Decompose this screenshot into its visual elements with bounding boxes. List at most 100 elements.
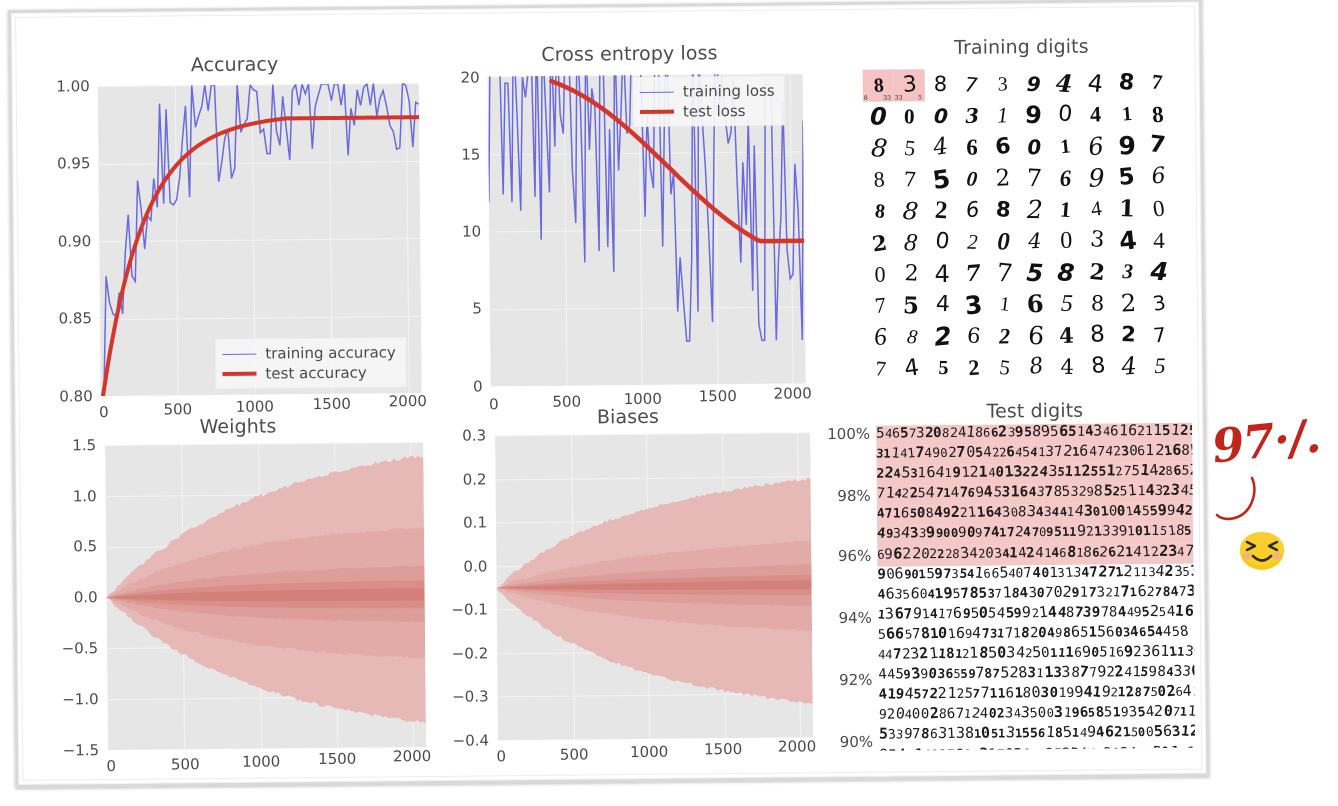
digit-glyph: 8 <box>1027 353 1045 381</box>
legend-entry-test-accuracy: test accuracy <box>222 363 396 383</box>
training-digit-cell: 6 <box>958 321 989 353</box>
digit-glyph: 2 <box>1123 561 1134 581</box>
training-digit-cell: 8 <box>1020 352 1051 384</box>
digit-glyph: 9 <box>1054 625 1064 641</box>
training-digit-cell: 3 <box>958 289 989 321</box>
digit-glyph: 3 <box>1061 662 1072 682</box>
line-swatch-icon <box>222 353 257 355</box>
training-digit-cell: 7 <box>1142 67 1173 99</box>
digit-glyph: 2 <box>1189 460 1196 479</box>
digit-glyph: 5 <box>1137 746 1144 751</box>
weights-ytick: −0.5 <box>61 639 99 658</box>
digit-glyph: 7 <box>921 687 930 702</box>
digit-glyph: 1 <box>947 684 957 703</box>
digit-glyph: 3 <box>1141 642 1152 661</box>
digit-glyph: 9 <box>975 526 983 541</box>
training-digit-cell: 0 <box>864 258 895 290</box>
digit-glyph: 4 <box>934 259 950 288</box>
training-digit-cell: 4 <box>1080 99 1111 131</box>
digit-glyph: 1 <box>1073 464 1082 480</box>
training-digit-cell: 1 <box>1050 194 1081 226</box>
loss-title: Cross entropy loss <box>541 42 718 66</box>
digit-glyph: 1 <box>944 466 953 481</box>
digit-glyph: 2 <box>1153 702 1164 721</box>
training-digit-cell: 8 <box>1142 98 1173 130</box>
legend-label: training accuracy <box>265 343 396 363</box>
training-digit-cell: 0 <box>925 100 956 132</box>
digit-glyph: 7 <box>874 355 888 381</box>
legend-label: training loss <box>682 81 775 101</box>
digit-glyph: 9 <box>1014 423 1025 441</box>
digit-glyph: 2 <box>949 425 958 442</box>
biases-ytick: 0.3 <box>462 426 487 445</box>
digit-glyph: 1 <box>913 744 923 750</box>
training-digit-cell: 2 <box>957 226 988 258</box>
training-digit-cell: 2 <box>1113 288 1144 320</box>
weights-bands <box>106 455 426 725</box>
panel-accuracy: Accuracy 1.00 0.95 0.90 0.85 0.80 0 500 … <box>34 48 427 421</box>
loss-ytick: 0 <box>473 377 483 396</box>
digit-glyph: 5 <box>998 354 1012 380</box>
digit-glyph: 4 <box>1177 544 1185 559</box>
training-digit-cell: 0 <box>1050 225 1081 257</box>
training-digit-cell: 3 33 5 <box>893 69 925 102</box>
digit-glyph: 1 <box>1120 103 1133 126</box>
weights-ytick: 0.0 <box>73 588 98 607</box>
digit-glyph: 8 <box>901 196 920 226</box>
digit-glyph: 4 <box>1120 351 1138 382</box>
training-digit-cell: 8 <box>864 164 895 196</box>
digit-glyph: 0 <box>1041 565 1050 581</box>
loss-ytick: 15 <box>461 145 481 164</box>
biases-plot-area <box>495 432 814 741</box>
loss-ytick: 20 <box>460 68 480 87</box>
digit-glyph: 3 <box>951 566 960 581</box>
digit-glyph: 3 <box>1096 584 1106 601</box>
digit-glyph: 8 <box>995 197 1012 223</box>
training-digit-cell: 4 <box>1051 351 1082 383</box>
training-digit-cell: 7 <box>1019 163 1050 195</box>
digit-glyph: 2 <box>1088 258 1106 286</box>
digit-glyph: 1 <box>890 445 901 462</box>
digit-glyph: 1 <box>1127 481 1138 500</box>
digit-glyph: 7 <box>947 747 955 750</box>
digit-glyph: 6 <box>972 747 980 750</box>
weights-xtick: 2000 <box>393 746 432 766</box>
digit-glyph: 3 <box>1103 745 1112 751</box>
digit-glyph: 7 <box>963 72 979 97</box>
digit-glyph: 6 <box>946 705 956 723</box>
training-digits-title: Training digits <box>954 35 1089 59</box>
digit-glyph: 4 <box>934 292 950 318</box>
digit-glyph: 6 <box>1104 722 1115 741</box>
digit-glyph: 4 <box>1060 354 1074 379</box>
digit-glyph: 0 <box>919 586 928 603</box>
loss-legend: training loss test loss <box>632 75 786 128</box>
digit-glyph: 8 <box>1117 69 1136 96</box>
training-digit-cell: 4 <box>1143 256 1174 288</box>
digit-glyph: 4 <box>931 133 950 162</box>
biases-ytick: −0.2 <box>451 644 489 663</box>
digit-glyph: 4 <box>1032 564 1042 581</box>
digit-glyph: 2 <box>1164 561 1175 580</box>
training-digit-cell: 6 <box>1050 162 1081 194</box>
test-digits-ytick: 94% <box>838 608 872 628</box>
digit-glyph: 7 <box>1044 484 1054 501</box>
digit-glyph: 9 <box>1045 745 1054 750</box>
digit-glyph: 8 <box>903 228 919 257</box>
training-digit-cell: 3 <box>1144 287 1175 319</box>
training-digit-cell: 6 <box>865 321 896 353</box>
training-digit-cell: 2 <box>988 163 1019 195</box>
predicted-label: 8 <box>863 94 868 102</box>
digit-glyph: 5 <box>1060 290 1073 318</box>
digit-glyph: 7 <box>981 626 991 642</box>
training-digit-cell: 9 <box>1111 130 1142 162</box>
training-digit-cell: 9 <box>1018 100 1049 132</box>
digit-glyph: 2 <box>911 543 922 563</box>
digit-glyph: 5 <box>1000 663 1010 682</box>
digit-glyph: 0 <box>912 706 921 723</box>
window-content: Accuracy 1.00 0.95 0.90 0.85 0.80 0 500 … <box>15 5 1203 781</box>
weights-xtick: 0 <box>106 756 117 776</box>
digit-glyph: 7 <box>1141 685 1151 701</box>
training-digit-cell: 4 <box>925 132 956 164</box>
training-digit-cell: 6 <box>956 132 987 164</box>
training-digit-cell: 8 <box>1111 67 1142 99</box>
